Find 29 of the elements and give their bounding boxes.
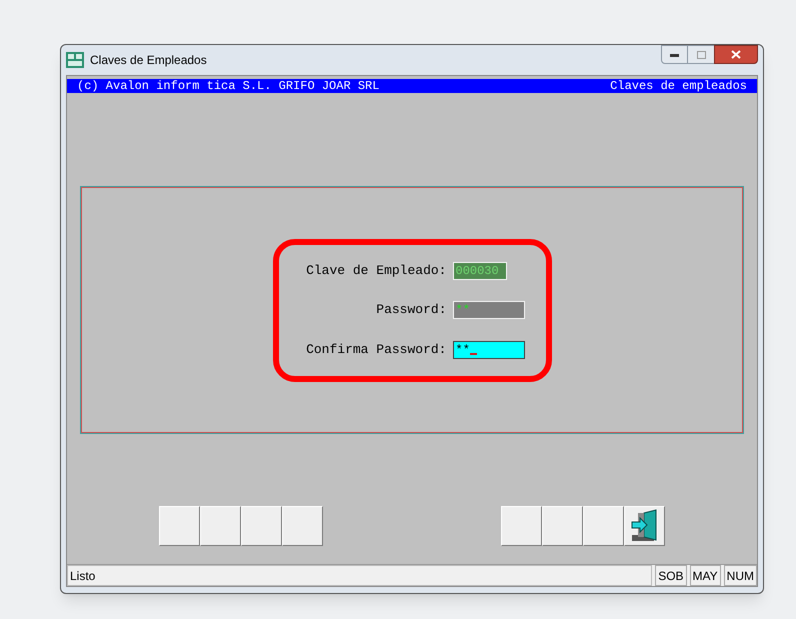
app-icon <box>66 52 84 68</box>
minimize-button[interactable] <box>661 45 688 64</box>
toolbar-button[interactable] <box>200 506 241 546</box>
toolbar-button[interactable] <box>542 506 583 546</box>
status-indicator: NUM <box>724 565 757 586</box>
toolbar-button[interactable] <box>583 506 624 546</box>
field-label: Password: <box>375 301 448 320</box>
toolbar-button[interactable] <box>282 506 323 546</box>
input-field[interactable]: 000030 <box>452 262 506 280</box>
toolbar-button[interactable] <box>241 506 282 546</box>
toolbar-button[interactable] <box>159 506 200 546</box>
window-title: Claves de Empleados <box>90 52 207 69</box>
input-field[interactable]: ** <box>452 340 524 358</box>
exit-door-icon <box>630 509 660 543</box>
close-icon <box>731 50 741 59</box>
status-indicator: MAY <box>690 565 721 586</box>
text-cursor <box>470 352 477 354</box>
input-field[interactable]: ** <box>452 301 524 319</box>
status-indicator: SOB <box>655 565 687 586</box>
minimize-icon <box>670 52 679 56</box>
maximize-icon <box>696 50 706 58</box>
field-label: Confirma Password: <box>305 340 448 359</box>
screen-title: Claves de empleados <box>610 80 747 92</box>
toolbar-button[interactable] <box>501 506 542 546</box>
close-button[interactable] <box>714 45 758 64</box>
exit-button[interactable] <box>624 506 665 546</box>
status-message: Listo <box>67 565 652 586</box>
copyright-text: (c) Avalon inform tica S.L. GRIFO JOAR SRL <box>77 80 380 92</box>
field-label: Clave de Empleado: <box>305 262 448 280</box>
